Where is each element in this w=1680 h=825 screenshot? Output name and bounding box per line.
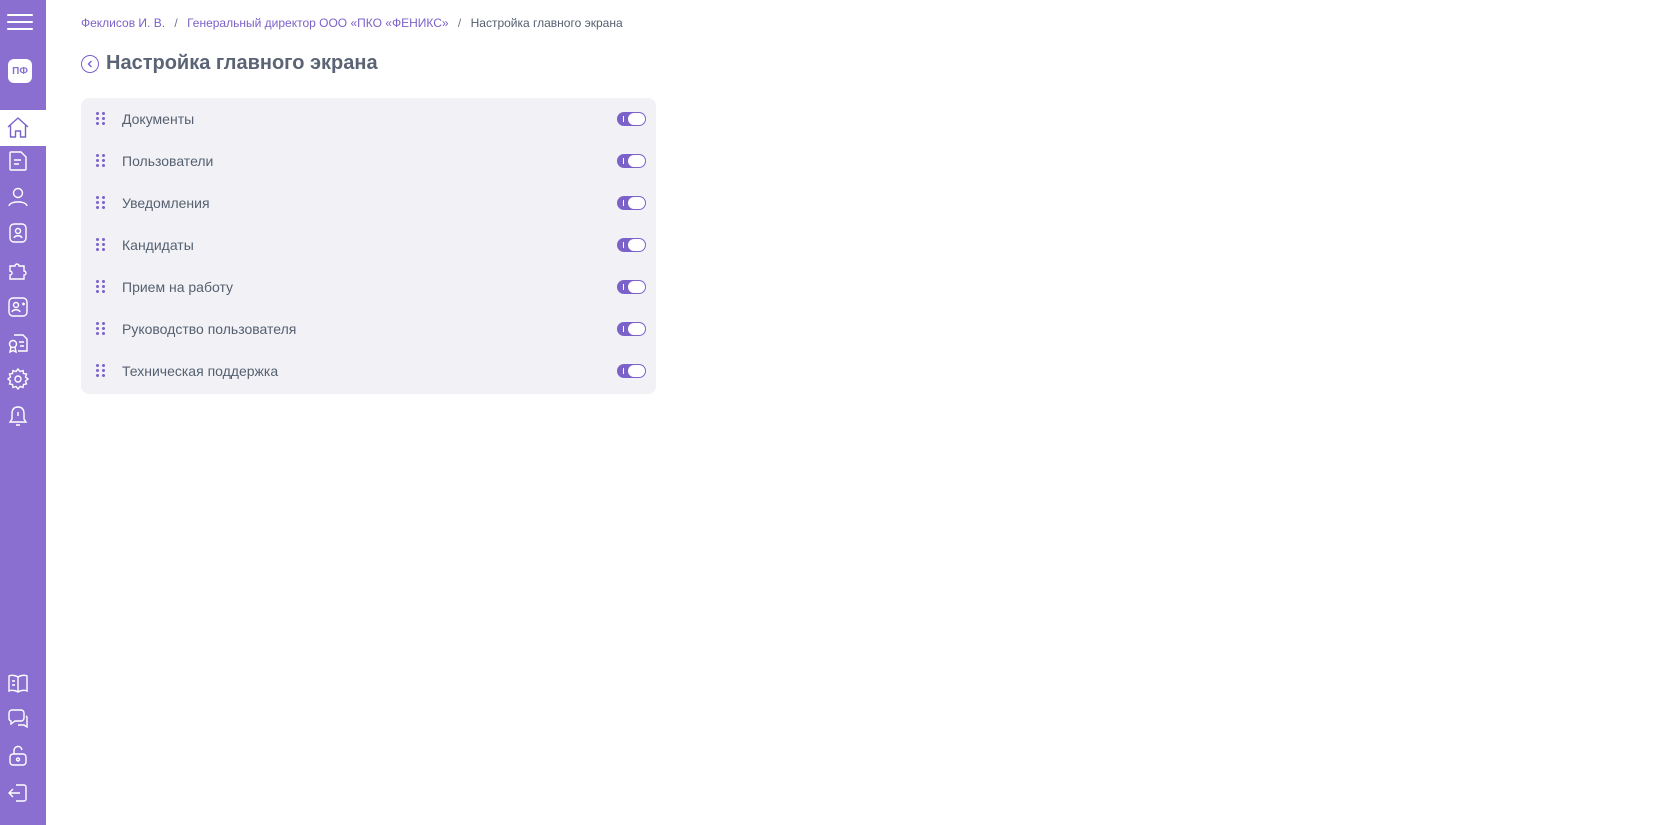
breadcrumb-current: Настройка главного экрана — [470, 16, 623, 30]
list-item: Документы — [81, 98, 656, 140]
breadcrumb-separator: / — [174, 16, 178, 30]
title-row: Настройка главного экрана — [81, 52, 378, 75]
add-user-icon[interactable] — [5, 294, 31, 320]
drag-handle-icon[interactable] — [96, 364, 106, 378]
page-title: Настройка главного экрана — [106, 52, 378, 74]
visibility-toggle[interactable] — [617, 196, 646, 210]
drag-handle-icon[interactable] — [96, 322, 106, 336]
list-item-label: Прием на работу — [122, 279, 234, 295]
list-item: Руководство пользователя — [81, 308, 656, 350]
visibility-toggle[interactable] — [617, 364, 646, 378]
sidebar-item-home-active[interactable] — [0, 110, 46, 146]
company-logo: ПФ — [8, 59, 32, 83]
certificate-icon[interactable] — [5, 330, 31, 356]
breadcrumb-link-user[interactable]: Феклисов И. В. — [81, 16, 165, 30]
settings-list: Документы Пользователи Уведомления Канди… — [81, 98, 656, 394]
list-item-label: Руководство пользователя — [122, 321, 297, 337]
unlock-icon[interactable] — [5, 743, 31, 769]
breadcrumb-link-position[interactable]: Генеральный директор ООО «ПКО «ФЕНИКС» — [187, 16, 449, 30]
drag-handle-icon[interactable] — [96, 154, 106, 168]
book-icon[interactable] — [5, 670, 31, 696]
sidebar: ПФ — [0, 0, 46, 825]
list-item-label: Пользователи — [122, 153, 214, 169]
visibility-toggle[interactable] — [617, 322, 646, 336]
drag-handle-icon[interactable] — [96, 196, 106, 210]
bell-icon[interactable] — [5, 403, 31, 429]
visibility-toggle[interactable] — [617, 238, 646, 252]
badge-icon[interactable] — [5, 220, 31, 246]
visibility-toggle[interactable] — [617, 112, 646, 126]
main-content: Феклисов И. В. / Генеральный директор ОО… — [46, 0, 1680, 825]
list-item-label: Кандидаты — [122, 237, 194, 253]
list-item: Кандидаты — [81, 224, 656, 266]
user-icon[interactable] — [5, 184, 31, 210]
visibility-toggle[interactable] — [617, 154, 646, 168]
drag-handle-icon[interactable] — [96, 238, 106, 252]
list-item: Прием на работу — [81, 266, 656, 308]
list-item: Пользователи — [81, 140, 656, 182]
menu-icon[interactable] — [7, 14, 33, 30]
sidebar-header: ПФ — [0, 0, 46, 110]
home-icon[interactable] — [5, 115, 31, 141]
chevron-left-icon — [87, 60, 92, 67]
back-button[interactable] — [81, 54, 99, 73]
list-item: Техническая поддержка — [81, 350, 656, 392]
documents-icon[interactable] — [5, 148, 31, 174]
breadcrumb-separator: / — [457, 16, 462, 30]
logout-icon[interactable] — [5, 780, 31, 806]
puzzle-icon[interactable] — [5, 257, 31, 283]
list-item-label: Уведомления — [122, 195, 210, 211]
drag-handle-icon[interactable] — [96, 280, 106, 294]
visibility-toggle[interactable] — [617, 280, 646, 294]
list-item: Уведомления — [81, 182, 656, 224]
list-item-label: Документы — [122, 111, 195, 127]
gear-icon[interactable] — [5, 366, 31, 392]
chat-icon[interactable] — [5, 706, 31, 732]
list-item-label: Техническая поддержка — [122, 363, 279, 379]
drag-handle-icon[interactable] — [96, 112, 106, 126]
breadcrumb: Феклисов И. В. / Генеральный директор ОО… — [81, 16, 623, 30]
